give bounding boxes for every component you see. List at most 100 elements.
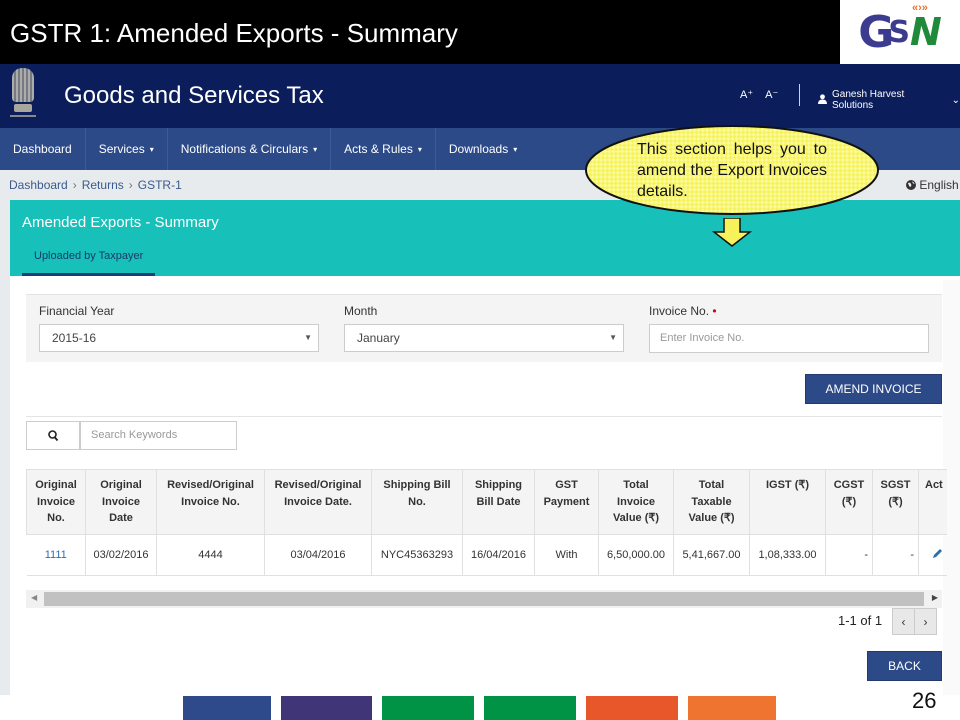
invoice-no-input[interactable]: Enter Invoice No.: [649, 324, 929, 353]
cell-gst-payment: With: [534, 534, 599, 576]
breadcrumb-gstr1[interactable]: GSTR-1: [138, 178, 182, 192]
cell-original-invoice-no[interactable]: 1111: [26, 534, 86, 576]
logo-letter-s: S: [888, 14, 910, 50]
panel-title: Amended Exports - Summary: [22, 214, 219, 231]
col-total-invoice-value[interactable]: Total Invoice Value (₹): [598, 469, 674, 535]
cell-total-invoice-value: 6,50,000.00: [598, 534, 674, 576]
search-keywords-input[interactable]: Search Keywords: [80, 421, 237, 450]
amended-exports-table: Original Invoice No. Original Invoice Da…: [26, 469, 947, 576]
nav-item-notifications[interactable]: Notifications & Circulars ▾: [168, 128, 332, 170]
month-select[interactable]: January ▼: [344, 324, 624, 352]
color-strip-5: [586, 696, 678, 720]
logo-letter-g: G: [858, 6, 894, 58]
nav-item-downloads[interactable]: Downloads ▾: [436, 128, 530, 170]
breadcrumb-returns[interactable]: Returns: [82, 178, 124, 192]
color-strip-3: [382, 696, 474, 720]
search-button[interactable]: [26, 421, 80, 450]
callout-text: This section helps you to amend the Expo…: [637, 141, 827, 200]
font-increase-button[interactable]: A⁺: [740, 88, 753, 101]
user-name: Ganesh Harvest Solutions: [832, 89, 905, 111]
cell-igst: 1,08,333.00: [749, 534, 826, 576]
col-revised-invoice-date[interactable]: Revised/Original Invoice Date.: [264, 469, 372, 535]
font-size-controls: A⁺ A⁻: [740, 88, 778, 101]
cell-cgst: -: [825, 534, 873, 576]
col-cgst[interactable]: CGST (₹): [825, 469, 873, 535]
col-shipping-bill-date[interactable]: Shipping Bill Date: [462, 469, 535, 535]
cell-sgst: -: [872, 534, 919, 576]
invoice-no-placeholder: Enter Invoice No.: [660, 332, 745, 344]
language-selector[interactable]: English: [906, 178, 959, 192]
table-row: 1111 03/02/2016 4444 03/04/2016 NYC45363…: [26, 534, 947, 576]
site-title: Goods and Services Tax: [64, 82, 324, 109]
table-header-row: Original Invoice No. Original Invoice Da…: [26, 469, 947, 535]
scroll-left-icon[interactable]: ◀: [31, 593, 37, 602]
breadcrumb: Dashboard › Returns › GSTR-1: [9, 178, 182, 192]
search-placeholder: Search Keywords: [91, 429, 178, 441]
nav-item-dashboard[interactable]: Dashboard: [0, 128, 86, 170]
nav-label: Services: [98, 142, 145, 156]
language-label: English: [919, 178, 959, 192]
col-gst-payment[interactable]: GST Payment: [534, 469, 599, 535]
scrollbar-thumb[interactable]: [44, 592, 924, 606]
logo-letter-n: N: [909, 10, 942, 54]
font-decrease-button[interactable]: A⁻: [765, 88, 778, 101]
breadcrumb-dashboard[interactable]: Dashboard: [9, 178, 68, 192]
invoice-no-label-text: Invoice No.: [649, 304, 710, 318]
gstn-logo: «›» G S N: [840, 0, 960, 64]
cell-revised-invoice-date: 03/04/2016: [264, 534, 372, 576]
globe-icon: [906, 180, 916, 190]
amend-invoice-button[interactable]: AMEND INVOICE: [805, 374, 942, 404]
cell-revised-invoice-no: 4444: [156, 534, 265, 576]
page-number: 26: [912, 688, 937, 713]
col-action: Act: [917, 469, 947, 535]
col-total-taxable-value[interactable]: Total Taxable Value (₹): [673, 469, 750, 535]
nav-item-acts-rules[interactable]: Acts & Rules ▾: [331, 128, 436, 170]
cell-shipping-bill-no: NYC45363293: [371, 534, 463, 576]
slide-header: GSTR 1: Amended Exports - Summary «›» G …: [0, 0, 960, 64]
col-shipping-bill-no[interactable]: Shipping Bill No.: [371, 469, 463, 535]
caret-down-icon: ▾: [513, 144, 518, 154]
dropdown-arrow-icon: ▼: [609, 333, 617, 342]
search-icon: [47, 429, 58, 441]
nav-label: Notifications & Circulars: [180, 142, 309, 156]
col-igst[interactable]: IGST (₹): [749, 469, 826, 535]
national-emblem-icon: [8, 68, 38, 122]
color-strip-2: [281, 696, 372, 720]
required-marker: •: [712, 304, 717, 318]
financial-year-value: 2015-16: [52, 331, 97, 345]
financial-year-label: Financial Year: [39, 304, 115, 318]
nav-label: Downloads: [448, 142, 509, 156]
section-divider: [26, 416, 942, 417]
col-original-invoice-no[interactable]: Original Invoice No.: [26, 469, 86, 535]
col-revised-invoice-no[interactable]: Revised/Original Invoice No.: [156, 469, 265, 535]
financial-year-select[interactable]: 2015-16 ▼: [39, 324, 319, 352]
invoice-no-label: Invoice No. •: [649, 304, 717, 318]
tab-uploaded-by-taxpayer[interactable]: Uploaded by Taxpayer: [22, 244, 156, 276]
caret-down-icon: ▾: [313, 144, 318, 154]
user-icon: [818, 94, 827, 106]
cell-original-invoice-date: 03/02/2016: [85, 534, 157, 576]
col-original-invoice-date[interactable]: Original Invoice Date: [85, 469, 157, 535]
month-label: Month: [344, 304, 378, 318]
back-button[interactable]: BACK: [867, 651, 942, 681]
cell-total-taxable-value: 5,41,667.00: [673, 534, 750, 576]
chevron-down-icon: ⌄: [951, 94, 960, 106]
nav-label: Acts & Rules: [344, 142, 413, 156]
scroll-right-icon[interactable]: ▶: [932, 593, 938, 602]
caret-down-icon: ▾: [149, 144, 154, 154]
slide-title: GSTR 1: Amended Exports - Summary: [10, 18, 458, 48]
nav-item-services[interactable]: Services ▾: [86, 128, 168, 170]
edit-button[interactable]: [918, 534, 947, 576]
color-strip-1: [183, 696, 271, 720]
pencil-icon: [932, 548, 942, 558]
col-sgst[interactable]: SGST (₹): [872, 469, 919, 535]
site-header: Goods and Services Tax A⁺ A⁻ Ganesh Harv…: [0, 64, 960, 128]
horizontal-scrollbar[interactable]: ◀ ▶: [26, 590, 942, 608]
color-strip-6: [688, 696, 776, 720]
breadcrumb-separator-icon: ›: [128, 178, 133, 192]
next-page-button[interactable]: ›: [914, 608, 937, 635]
user-menu[interactable]: Ganesh Harvest Solutions ⌄: [818, 89, 960, 111]
logo-arrows-icon: «›»: [912, 2, 928, 14]
nav-label: Dashboard: [13, 142, 72, 156]
prev-page-button[interactable]: ‹: [892, 608, 915, 635]
